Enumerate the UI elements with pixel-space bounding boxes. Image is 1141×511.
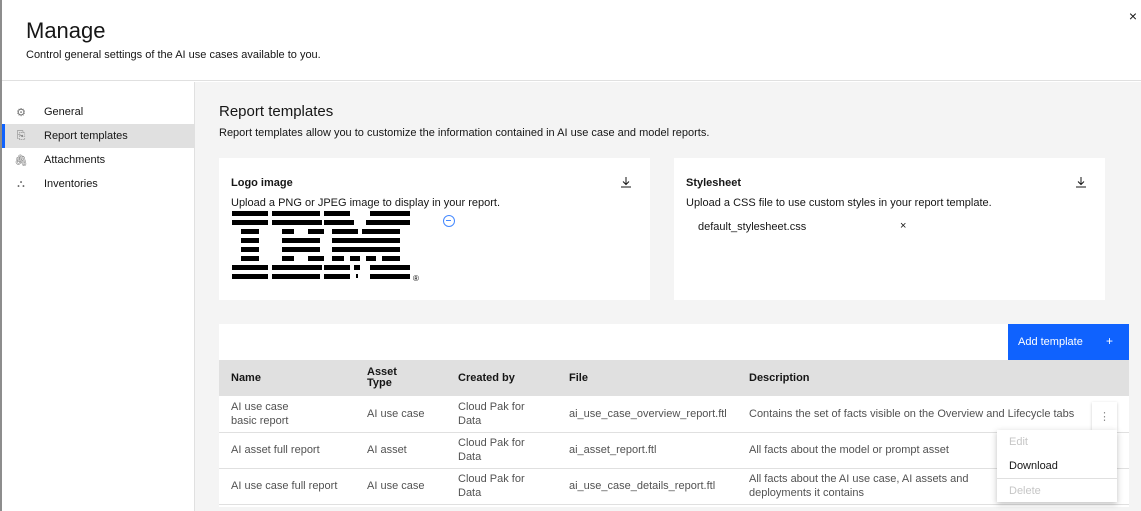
templates-table: Name Asset Type Created by File Descript… xyxy=(219,360,1129,505)
cell-asset-type: AI asset xyxy=(355,432,446,469)
plus-icon: + xyxy=(1105,334,1113,348)
sidebar-item-general[interactable]: ⚙ General xyxy=(2,100,194,124)
table-row[interactable]: AI use case full report AI use case Clou… xyxy=(219,468,1129,505)
cell-created-by: Cloud Pak for Data xyxy=(446,432,557,469)
logo-tile-title: Logo image xyxy=(231,177,293,189)
cell-asset-type: AI use case xyxy=(355,468,446,505)
cell-file: ai_use_case_details_report.ftl xyxy=(557,468,737,505)
menu-item-download[interactable]: Download xyxy=(997,454,1117,478)
logo-tile-description: Upload a PNG or JPEG image to display in… xyxy=(231,197,501,209)
overflow-menu-icon[interactable]: ⋮ xyxy=(1092,402,1117,430)
ibm-logo: ® xyxy=(232,211,419,283)
page-header: Manage Control general settings of the A… xyxy=(2,0,1141,81)
remove-file-icon[interactable]: × xyxy=(900,220,906,232)
stylesheet-tile: Stylesheet Upload a CSS file to use cust… xyxy=(674,158,1105,300)
stylesheet-file-name: default_stylesheet.css xyxy=(698,221,807,233)
cell-created-by: Cloud Pak for Data xyxy=(446,468,557,505)
cell-file: ai_asset_report.ftl xyxy=(557,432,737,469)
add-template-label: Add template xyxy=(1018,336,1083,348)
stylesheet-tile-description: Upload a CSS file to use custom styles i… xyxy=(686,197,992,209)
templates-table-container: Add template + Name Asset Type Created b… xyxy=(219,324,1129,507)
sidebar-item-label: Report templates xyxy=(44,130,128,142)
remove-logo-icon[interactable] xyxy=(443,215,455,227)
column-header-file[interactable]: File xyxy=(557,360,737,396)
menu-item-delete[interactable]: Delete xyxy=(997,478,1117,502)
table-row[interactable]: AI use case basic report AI use case Clo… xyxy=(219,396,1129,433)
sidebar-item-report-templates[interactable]: ⎘ Report templates xyxy=(2,124,194,148)
download-icon[interactable] xyxy=(1075,176,1087,188)
add-template-button[interactable]: Add template + xyxy=(1008,324,1129,360)
column-header-created-by[interactable]: Created by xyxy=(446,360,557,396)
sidebar: ⚙ General ⎘ Report templates 🖇 Attachmen… xyxy=(2,82,195,511)
attachment-icon: 🖇 xyxy=(14,154,28,167)
column-header-name[interactable]: Name xyxy=(219,360,355,396)
sidebar-item-inventories[interactable]: ⛬ Inventories xyxy=(2,172,194,196)
sidebar-item-label: Inventories xyxy=(44,178,98,190)
menu-item-edit[interactable]: Edit xyxy=(997,430,1117,454)
column-header-asset-type[interactable]: Asset Type xyxy=(355,360,446,396)
table-header-row: Name Asset Type Created by File Descript… xyxy=(219,360,1129,396)
gear-icon: ⚙ xyxy=(16,106,26,119)
section-title: Report templates xyxy=(219,103,334,120)
cell-name: AI use case basic report xyxy=(219,396,355,433)
main-content: Report templates Report templates allow … xyxy=(195,82,1141,511)
logo-image-tile: Logo image Upload a PNG or JPEG image to… xyxy=(219,158,650,300)
page-subtitle: Control general settings of the AI use c… xyxy=(26,49,321,61)
download-icon[interactable] xyxy=(620,176,632,188)
sidebar-item-attachments[interactable]: 🖇 Attachments xyxy=(2,148,194,172)
table-row[interactable]: AI asset full report AI asset Cloud Pak … xyxy=(219,432,1129,469)
overflow-menu: Edit Download Delete xyxy=(997,430,1117,502)
stylesheet-tile-title: Stylesheet xyxy=(686,177,742,189)
column-header-description[interactable]: Description xyxy=(737,360,1129,396)
cell-name: AI use case full report xyxy=(219,468,355,505)
page-title: Manage xyxy=(26,18,106,43)
sidebar-item-label: General xyxy=(44,106,84,118)
close-icon[interactable]: × xyxy=(1129,8,1137,24)
registered-mark: ® xyxy=(413,274,419,283)
cell-asset-type: AI use case xyxy=(355,396,446,433)
sidebar-item-label: Attachments xyxy=(44,154,106,166)
cell-description: Contains the set of facts visible on the… xyxy=(737,396,1129,433)
cell-file: ai_use_case_overview_report.ftl xyxy=(557,396,737,433)
cell-name: AI asset full report xyxy=(219,432,355,469)
inventory-icon: ⛬ xyxy=(17,177,25,190)
document-export-icon: ⎘ xyxy=(16,129,26,142)
section-description: Report templates allow you to customize … xyxy=(219,127,710,139)
cell-created-by: Cloud Pak for Data xyxy=(446,396,557,433)
